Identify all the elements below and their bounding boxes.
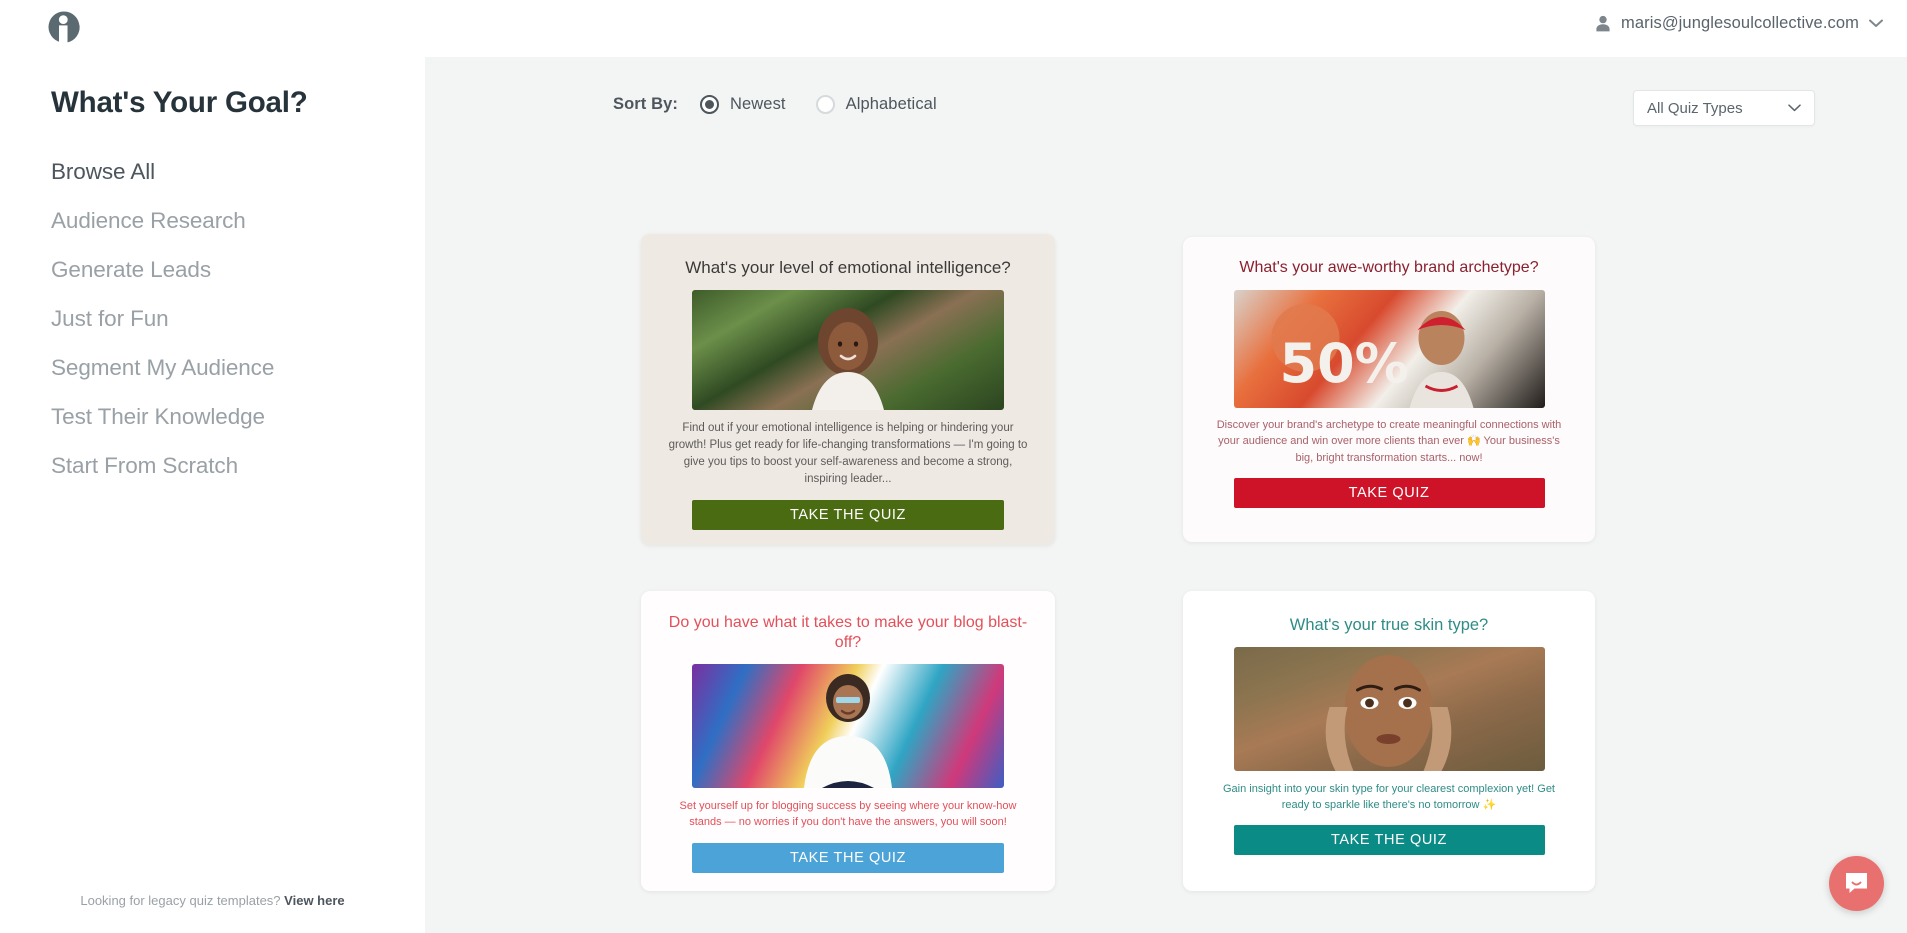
quiz-template-grid: What's your level of emotional intellige… (425, 151, 1907, 933)
sidebar-item-start-from-scratch[interactable]: Start From Scratch (51, 441, 411, 490)
decorative-photo-figure (1325, 654, 1452, 771)
chevron-down-icon (1869, 19, 1883, 27)
main-content: Sort By: Newest Alphabetical All Quiz Ty… (425, 57, 1907, 933)
legacy-templates-note: Looking for legacy quiz templates? View … (0, 893, 425, 908)
quiz-card-image (692, 290, 1004, 411)
quiz-card-title: What's your true skin type? (1289, 616, 1489, 634)
quiz-card-description: Set yourself up for blogging success by … (679, 800, 1017, 829)
take-quiz-button[interactable]: TAKE QUIZ (1233, 477, 1545, 508)
quiz-card-brand-archetype[interactable]: What's your awe-worthy brand archetype? … (1183, 237, 1595, 542)
quiz-card-title: What's your awe-worthy brand archetype? (1239, 259, 1539, 276)
quiz-card-image (692, 664, 1004, 788)
take-quiz-button[interactable]: TAKE THE QUIZ (692, 500, 1004, 531)
legacy-templates-text: Looking for legacy quiz templates? (80, 893, 281, 908)
sidebar-item-segment-my-audience[interactable]: Segment My Audience (51, 343, 411, 392)
sidebar-item-generate-leads[interactable]: Generate Leads (51, 245, 411, 294)
interact-logo-icon[interactable] (47, 10, 81, 44)
top-bar: maris@junglesoulcollective.com (0, 0, 1907, 57)
quiz-card-skin-type[interactable]: What's your true skin type? Gain insight… (1183, 591, 1595, 891)
sort-option-alphabetical-label: Alphabetical (845, 95, 937, 113)
sort-controls: Sort By: Newest Alphabetical (613, 95, 967, 114)
account-menu[interactable]: maris@junglesoulcollective.com (1595, 14, 1883, 33)
toolbar: Sort By: Newest Alphabetical All Quiz Ty… (425, 57, 1907, 151)
chat-launcher-button[interactable] (1829, 856, 1884, 911)
sort-option-alphabetical[interactable]: Alphabetical (815, 95, 937, 114)
sort-by-label: Sort By: (613, 95, 678, 113)
decorative-photo-figure (812, 308, 884, 411)
quiz-card-image: 50% (1233, 290, 1545, 408)
quiz-card-blog-blast-off[interactable]: Do you have what it takes to make your b… (641, 591, 1055, 891)
legacy-templates-link[interactable]: View here (284, 893, 344, 908)
page-title: What's Your Goal? (51, 86, 308, 119)
account-email: maris@junglesoulcollective.com (1620, 14, 1859, 32)
quiz-card-title: What's your level of emotional intellige… (685, 258, 1011, 277)
sidebar-item-browse-all[interactable]: Browse All (51, 147, 411, 196)
quiz-card-description: Discover your brand's archetype to creat… (1216, 419, 1562, 464)
radio-newest[interactable] (699, 95, 719, 114)
quiz-card-title: Do you have what it takes to make your b… (668, 614, 1028, 651)
sort-option-newest[interactable]: Newest (699, 95, 786, 114)
quiz-card-emotional-intelligence[interactable]: What's your level of emotional intellige… (641, 234, 1055, 545)
quiz-card-description: Gain insight into your skin type for you… (1223, 782, 1555, 811)
sidebar-item-test-their-knowledge[interactable]: Test Their Knowledge (51, 392, 411, 441)
chevron-down-icon (1788, 104, 1801, 112)
quiz-card-image (1233, 646, 1545, 771)
take-quiz-button[interactable]: TAKE THE QUIZ (692, 842, 1004, 873)
quiz-type-filter-value: All Quiz Types (1647, 99, 1743, 117)
svg-text:50%: 50% (1280, 332, 1409, 395)
goal-nav: Browse All Audience Research Generate Le… (51, 147, 411, 490)
sort-option-newest-label: Newest (729, 95, 786, 113)
quiz-type-filter-select[interactable]: All Quiz Types (1633, 90, 1815, 126)
chat-bubble-smile-icon (1846, 873, 1867, 893)
take-quiz-button[interactable]: TAKE THE QUIZ (1233, 825, 1545, 856)
decorative-photo-figure (804, 674, 892, 788)
sidebar: What's Your Goal? Browse All Audience Re… (0, 57, 425, 933)
sidebar-item-just-for-fun[interactable]: Just for Fun (51, 294, 411, 343)
sidebar-item-audience-research[interactable]: Audience Research (51, 196, 411, 245)
radio-alphabetical[interactable] (815, 95, 835, 114)
person-icon (1596, 15, 1610, 32)
quiz-card-description: Find out if your emotional intelligence … (668, 422, 1028, 486)
decorative-photo-figure: 50% (1271, 304, 1474, 408)
